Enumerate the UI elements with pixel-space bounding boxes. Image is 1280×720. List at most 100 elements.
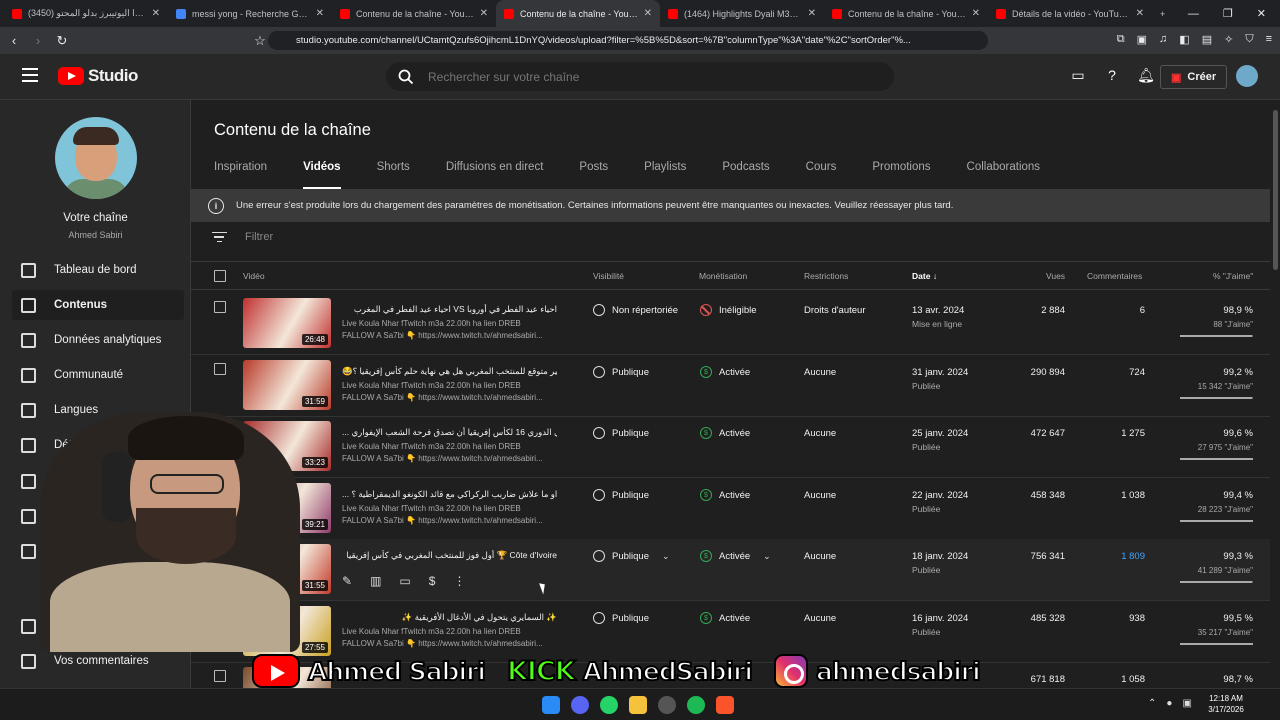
video-thumbnail[interactable]: 26:48	[243, 298, 331, 348]
col-monetization[interactable]: Monétisation	[699, 271, 747, 281]
tab-close-icon[interactable]: ✕	[972, 8, 980, 19]
visibility-cell[interactable]: Non répertoriée	[593, 304, 678, 316]
more-options-icon[interactable]: ⋮	[453, 574, 465, 588]
table-row[interactable]: 26:48 احياء عيد الفطر في المغرب VS احياء …	[191, 293, 1270, 355]
sidebar-item-1[interactable]: Contenus	[12, 290, 184, 320]
row-checkbox[interactable]	[214, 363, 226, 375]
sidebar-item-0[interactable]: Tableau de bord	[12, 255, 184, 285]
extensions-icon[interactable]: ⧉	[1117, 33, 1125, 46]
messages-icon[interactable]: ▭	[1068, 65, 1088, 85]
col-likes[interactable]: % "J'aime"	[1213, 271, 1253, 281]
row-checkbox[interactable]	[214, 670, 226, 682]
comments-icon[interactable]: ▭	[399, 574, 410, 588]
tab-0[interactable]: Inspiration	[214, 161, 267, 190]
visibility-cell[interactable]: Publique	[593, 366, 649, 378]
chevron-up-icon[interactable]: ⌃	[1148, 698, 1156, 709]
new-tab-icon[interactable]: +	[1152, 0, 1176, 27]
back-icon[interactable]: ‹	[4, 33, 24, 48]
whatsapp-icon[interactable]	[600, 696, 618, 714]
row-checkbox[interactable]	[214, 301, 226, 313]
browser-tab[interactable]: Contenu de la chaîne - YouTube Stu ✕	[824, 0, 988, 27]
chevron-down-icon[interactable]: ⌄	[763, 551, 771, 562]
search-input[interactable]	[428, 69, 848, 84]
account-avatar[interactable]	[1236, 65, 1258, 87]
tab-close-icon[interactable]: ✕	[152, 8, 160, 19]
notifications-icon[interactable]: 🔔︎	[1136, 65, 1156, 85]
browser-tab[interactable]: (1464) Highlights Dyali M3a Hade FIF... ✕	[660, 0, 824, 27]
video-thumbnail[interactable]: 31:59	[243, 360, 331, 410]
tab-3[interactable]: Diffusions en direct	[446, 161, 544, 190]
file-explorer-icon[interactable]	[629, 696, 647, 714]
monetization-cell[interactable]: Inéligible	[700, 304, 757, 316]
clock[interactable]: 12:18 AM 3/17/2026	[1202, 693, 1250, 715]
network-icon[interactable]: ▣	[1182, 698, 1191, 709]
col-date[interactable]: Date ↓	[912, 271, 937, 281]
channel-search[interactable]	[386, 62, 894, 91]
tab-8[interactable]: Promotions	[872, 161, 930, 190]
obs-icon[interactable]	[658, 696, 676, 714]
monetization-cell[interactable]: $ Activée ⌄	[700, 550, 771, 562]
tab-close-icon[interactable]: ✕	[644, 8, 652, 19]
tab-close-icon[interactable]: ✕	[1136, 8, 1144, 19]
comments-cell[interactable]: 1 809	[1081, 551, 1145, 562]
monetization-cell[interactable]: $ Activée	[700, 489, 750, 501]
table-row[interactable]: 39:21 ... ي و الكونغو او ما علاش ضاربب ال…	[191, 478, 1270, 540]
hamburger-menu-icon[interactable]	[22, 68, 38, 82]
visibility-cell[interactable]: Publique	[593, 612, 649, 624]
studio-logo[interactable]: Studio	[58, 66, 138, 86]
video-title[interactable]: ✨ السمايري يتحول في الأدغال الأفريقية ✨	[342, 612, 557, 623]
video-title[interactable]: ... المغربي الي الدوري 16 لكأس إفريقيا أ…	[342, 427, 557, 438]
browser-tab[interactable]: Contenu de la chaîne - YouTube Stu ✕	[332, 0, 496, 27]
close-icon[interactable]: ✕	[1257, 7, 1266, 20]
browser-tab[interactable]: Détails de la vidéo - YouTube Studio ✕	[988, 0, 1152, 27]
visibility-cell[interactable]: Publique	[593, 489, 649, 501]
tab-6[interactable]: Podcasts	[722, 161, 769, 190]
tab-4[interactable]: Posts	[579, 161, 608, 190]
start-icon[interactable]	[542, 696, 560, 714]
chevron-down-icon[interactable]: ⌄	[662, 551, 670, 562]
video-title[interactable]: ... ي و الكونغو او ما علاش ضاربب الركراك…	[342, 489, 557, 500]
filter-icon[interactable]	[211, 231, 227, 243]
tab-2[interactable]: Shorts	[377, 161, 410, 190]
col-comments[interactable]: Commentaires	[1087, 271, 1142, 281]
menu-icon[interactable]: ≡	[1266, 33, 1272, 46]
bookmark-icon[interactable]: ☆	[250, 33, 270, 49]
browser-tab[interactable]: Contenu de la chaîne - YouTube Stu ✕	[496, 0, 660, 27]
col-restrictions[interactable]: Restrictions	[804, 271, 848, 281]
shield-icon[interactable]: ⛉	[1245, 33, 1253, 46]
select-all-checkbox[interactable]	[214, 270, 226, 282]
screenshot-icon[interactable]: ▣	[1137, 33, 1147, 46]
help-icon[interactable]: ?	[1102, 65, 1122, 85]
video-title[interactable]: 😂إقصاء غير متوقع للمنتخب المغربي هل هي ن…	[342, 366, 557, 377]
browser-tab[interactable]: messi yong - Recherche Google ✕	[168, 0, 332, 27]
tab-9[interactable]: Collaborations	[967, 161, 1041, 190]
tab-close-icon[interactable]: ✕	[480, 8, 488, 19]
filter-placeholder[interactable]: Filtrer	[245, 231, 273, 243]
tab-close-icon[interactable]: ✕	[808, 8, 816, 19]
sidebar-icon[interactable]: ◧	[1179, 33, 1189, 46]
media-icon[interactable]: ♫	[1159, 33, 1167, 46]
analytics-icon[interactable]: ▥	[370, 574, 381, 588]
forward-icon[interactable]: ›	[28, 33, 48, 48]
ai-icon[interactable]: ✧	[1224, 33, 1233, 46]
spotify-icon[interactable]	[687, 696, 705, 714]
create-button[interactable]: ▣ Créer	[1160, 65, 1228, 89]
tab-5[interactable]: Playlists	[644, 161, 686, 190]
filter-bar[interactable]: Filtrer	[211, 231, 273, 243]
video-title[interactable]: احياء عيد الفطر في المغرب VS احياء عيد ا…	[342, 304, 557, 315]
table-row[interactable]: 31:59 😂إقصاء غير متوقع للمنتخب المغربي هل…	[191, 355, 1270, 417]
brave-icon[interactable]	[716, 696, 734, 714]
mic-icon[interactable]: ●	[1166, 698, 1172, 709]
col-views[interactable]: Vues	[1046, 271, 1065, 281]
monetization-cell[interactable]: $ Activée	[700, 366, 750, 378]
monetization-cell[interactable]: $ Activée	[700, 612, 750, 624]
maximize-icon[interactable]: ❐	[1223, 7, 1233, 20]
visibility-cell[interactable]: Publique	[593, 427, 649, 439]
monetization-cell[interactable]: $ Activée	[700, 427, 750, 439]
sidebar-item-2[interactable]: Données analytiques	[12, 325, 184, 355]
browser-tab[interactable]: علاش هذا اليوتيبرز بدلو المحتو (3450) ✕	[4, 0, 168, 27]
tab-1[interactable]: Vidéos	[303, 161, 341, 190]
tab-close-icon[interactable]: ✕	[316, 8, 324, 19]
visibility-cell[interactable]: Publique ⌄	[593, 550, 670, 562]
url-field[interactable]: studio.youtube.com/channel/UCtamtQzufs6O…	[268, 31, 988, 50]
